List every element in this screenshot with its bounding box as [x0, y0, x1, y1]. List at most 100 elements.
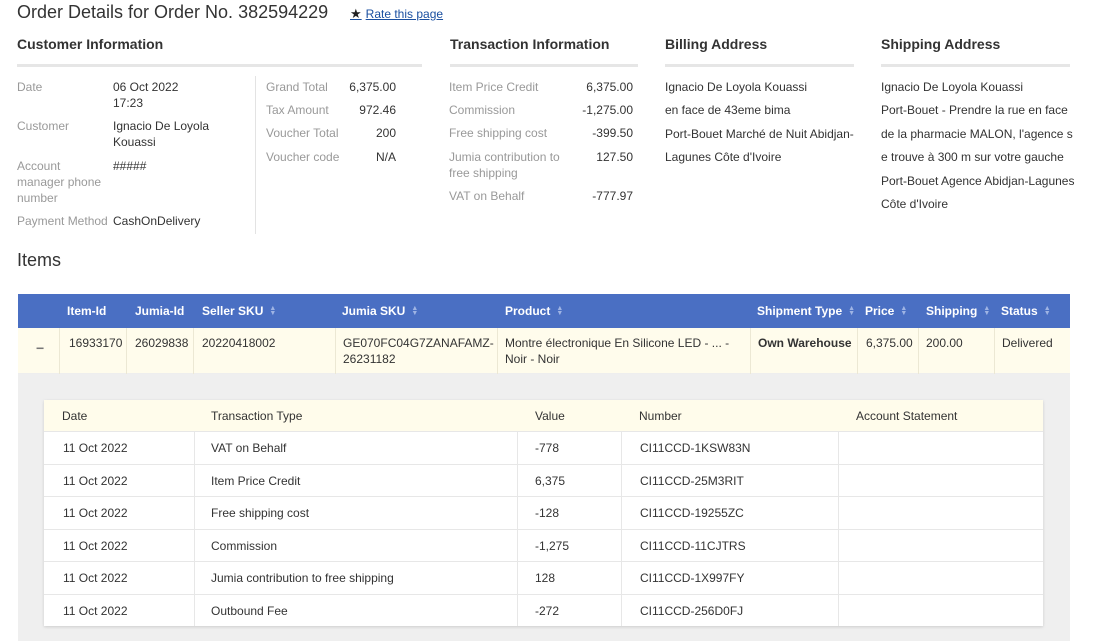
- date-label: Date: [17, 80, 43, 94]
- column-divider: [838, 562, 839, 594]
- shipping-cell: 200.00: [926, 336, 963, 350]
- section-title-shipping: Shipping Address: [881, 36, 1070, 67]
- tax-amount-value: 972.46: [359, 103, 396, 117]
- column-header-account-statement: Account Statement: [856, 409, 958, 423]
- table-row: − 16933170 26029838 20220418002 GE070FC0…: [18, 328, 1070, 374]
- section-title-customer: Customer Information: [17, 36, 422, 67]
- shipment-type-cell: Own Warehouse: [758, 336, 852, 350]
- billing-address-line: Ignacio De Loyola Kouassi: [665, 80, 808, 94]
- transaction-value-cell: -1,275: [535, 538, 570, 553]
- transaction-number-cell: CI11CCD-256D0FJ: [640, 603, 744, 618]
- column-divider: [621, 562, 622, 594]
- section-title-billing: Billing Address: [665, 36, 854, 67]
- customer-label: Customer: [17, 119, 70, 133]
- account-manager-label-2: manager phone: [17, 175, 102, 189]
- sort-icon: ▲ ▼: [848, 305, 856, 317]
- jumia-sku-cell-line1: GE070FC04G7ZANAFAMZ-: [343, 336, 494, 350]
- transaction-value-cell: 6,375: [535, 473, 566, 488]
- column-header-shipment-type[interactable]: Shipment Type ▲ ▼: [757, 304, 855, 318]
- column-divider: [194, 562, 195, 594]
- column-divider: [838, 464, 839, 496]
- sort-icon: ▲ ▼: [411, 305, 419, 317]
- vat-on-behalf-label: VAT on Behalf: [449, 189, 525, 203]
- shipping-address-line: Côte d'Ivoire: [881, 197, 948, 211]
- column-divider: [59, 328, 60, 374]
- column-divider: [621, 497, 622, 529]
- column-header-transaction-type: Transaction Type: [211, 409, 303, 423]
- product-cell-line1: Montre électronique En Silicone LED - ..…: [505, 336, 730, 350]
- table-row: 11 Oct 2022 Outbound Fee -272 CI11CCD-256D0…: [44, 593, 1043, 626]
- table-row: 11 Oct 2022 Free shipping cost -128 CI11CCD…: [44, 496, 1043, 529]
- column-divider: [517, 594, 518, 626]
- items-title: Items: [17, 250, 62, 270]
- transaction-value-cell: -128: [535, 506, 560, 520]
- transaction-date-cell: 11 Oct 2022: [63, 441, 128, 455]
- item-price-credit-label: Item Price Credit: [449, 80, 539, 94]
- column-header-jumia-sku[interactable]: Jumia SKU ▲ ▼: [342, 304, 418, 318]
- shipping-address-line: de la pharmacie MALON, l'agence s: [881, 127, 1073, 141]
- column-header-seller-sku[interactable]: Seller SKU ▲ ▼: [202, 304, 276, 318]
- column-header-label: Shipment Type: [757, 304, 843, 318]
- status-cell: Delivered: [1002, 336, 1053, 350]
- column-header-number: Number: [639, 409, 682, 423]
- item-details-panel: Date Transaction Type Value Number Accou…: [18, 374, 1070, 641]
- column-divider: [994, 328, 995, 374]
- column-header-jumia-id[interactable]: Jumia-Id: [135, 304, 184, 318]
- jumia-contribution-value: 127.50: [596, 150, 633, 164]
- transaction-date-cell: 11 Oct 2022: [63, 538, 128, 553]
- sort-icon: ▲ ▼: [983, 305, 991, 317]
- rate-this-page-link[interactable]: ★ Rate this page: [350, 6, 443, 22]
- column-divider: [517, 562, 518, 594]
- items-table-header: Item-Id Jumia-Id Seller SKU ▲ ▼ Jumia SKU ▲…: [18, 294, 1070, 328]
- column-header-product[interactable]: Product ▲ ▼: [505, 304, 563, 318]
- grand-total-label: Grand Total: [266, 80, 328, 94]
- column-header-label: Shipping: [926, 304, 978, 318]
- account-manager-label-3: number: [17, 191, 58, 205]
- column-header-price[interactable]: Price ▲ ▼: [865, 304, 907, 318]
- column-divider: [194, 432, 195, 464]
- star-icon: ★: [350, 6, 362, 21]
- shipping-address-line: Port-Bouet - Prendre la rue en face: [881, 103, 1068, 117]
- column-divider: [517, 497, 518, 529]
- column-divider: [517, 432, 518, 464]
- column-divider: [838, 594, 839, 626]
- table-row: 11 Oct 2022 Item Price Credit 6,375 CI11CCD…: [44, 463, 1043, 496]
- transaction-value-cell: -272: [535, 603, 560, 618]
- order-date: 06 Oct 2022: [113, 80, 179, 94]
- sort-icon: ▲ ▼: [269, 305, 277, 317]
- jumia-id-cell: 26029838: [135, 336, 189, 350]
- transaction-number-cell: CI11CCD-1KSW83N: [640, 441, 751, 455]
- customer-name-line2: Kouassi: [113, 135, 156, 149]
- page-title: Order Details for Order No. 382594229: [17, 2, 329, 22]
- payment-method-label: Payment Method: [17, 214, 108, 228]
- column-header-item-id[interactable]: Item-Id: [67, 304, 106, 318]
- transaction-type-cell: VAT on Behalf: [211, 441, 287, 455]
- column-divider: [621, 432, 622, 464]
- column-header-label: Product: [505, 304, 551, 318]
- sort-icon: ▲ ▼: [1043, 305, 1051, 317]
- jumia-contribution-label-1: Jumia contribution to: [449, 150, 560, 164]
- jumia-sku-cell-line2: 26231182: [343, 352, 396, 366]
- vat-on-behalf-value: -777.97: [592, 189, 633, 203]
- column-divider: [621, 529, 622, 561]
- column-divider: [838, 432, 839, 464]
- transaction-date-cell: 11 Oct 2022: [63, 571, 128, 585]
- account-manager-label-1: Account: [17, 159, 61, 173]
- grand-total-value: 6,375.00: [349, 80, 396, 94]
- column-header-status[interactable]: Status ▲ ▼: [1001, 304, 1051, 318]
- column-header-date: Date: [62, 409, 88, 423]
- column-header-shipping[interactable]: Shipping ▲ ▼: [926, 304, 990, 318]
- commission-label: Commission: [449, 103, 516, 117]
- column-divider: [750, 328, 751, 374]
- column-divider: [838, 529, 839, 561]
- voucher-code-value: N/A: [375, 150, 396, 164]
- seller-sku-cell: 20220418002: [202, 336, 276, 350]
- transaction-date-cell: 11 Oct 2022: [63, 473, 128, 488]
- item-id-cell: 16933170: [69, 336, 123, 350]
- items-table: Item-Id Jumia-Id Seller SKU ▲ ▼ Jumia SKU ▲…: [18, 294, 1070, 374]
- transaction-number-cell: CI11CCD-1X997FY: [640, 571, 745, 585]
- payment-method-value: CashOnDelivery: [113, 214, 201, 228]
- transactions-table: Date Transaction Type Value Number Accou…: [44, 400, 1043, 626]
- collapse-row-button[interactable]: −: [36, 340, 44, 356]
- billing-address-line: en face de 43eme bima: [665, 103, 791, 117]
